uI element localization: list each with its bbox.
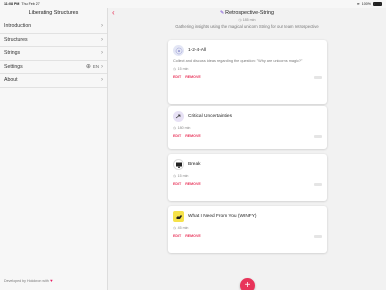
card-title: Break xyxy=(188,162,201,167)
string-icon: ✎ xyxy=(219,10,225,16)
card-time: ◷ 15 min xyxy=(168,174,327,178)
card-time-value: 45 min xyxy=(177,226,189,230)
clock-icon: ◷ xyxy=(173,226,177,230)
card-actions: EDIT REMOVE xyxy=(168,75,327,79)
card-actions: EDIT REMOVE xyxy=(168,182,327,186)
chevron-right-icon: › xyxy=(101,50,103,57)
card-time-value: 15 min xyxy=(177,174,189,178)
card-title: Critical Uncertainties xyxy=(188,114,232,119)
wifi-icon: ≋ xyxy=(356,2,360,6)
card-body: Collect and discuss ideas regarding the … xyxy=(173,59,303,63)
screen: 11:08 PM Thu Feb 27 ≋ 100% Liberating St… xyxy=(0,0,386,290)
total-time: ◷ 185 min xyxy=(238,18,256,22)
edit-button[interactable]: EDIT xyxy=(173,182,181,186)
clock-icon: ◷ xyxy=(173,174,177,178)
dots-circle-icon xyxy=(173,45,184,56)
sidebar-item-label: Structures xyxy=(4,36,28,43)
top-bar: ‹ ✎Retrospective-String xyxy=(108,8,386,18)
sidebar-list: Introduction › Structures › Strings › Se… xyxy=(0,20,107,88)
sidebar: Liberating Structures Introduction › Str… xyxy=(0,8,108,290)
chevron-right-icon: › xyxy=(101,36,103,43)
status-date: Thu Feb 27 xyxy=(21,2,40,6)
monitor-icon xyxy=(173,159,184,170)
card-time-value: 15 min xyxy=(177,67,189,71)
card-time-value: 180 min xyxy=(177,126,191,130)
remove-button[interactable]: REMOVE xyxy=(185,134,201,138)
card-title: What I Need From You (WINFY) xyxy=(188,214,257,219)
globe-icon: ⊕ xyxy=(85,64,91,71)
arrow-icon xyxy=(173,111,184,122)
card-header: Break xyxy=(168,154,327,170)
edit-button[interactable]: EDIT xyxy=(173,75,181,79)
language-code: EN xyxy=(92,64,99,70)
drag-handle[interactable] xyxy=(314,134,322,138)
card-actions: EDIT REMOVE xyxy=(168,134,327,138)
heart-icon: ♥ xyxy=(50,278,53,283)
main-content: ‹ ✎Retrospective-String ◷ 185 min Gather… xyxy=(108,8,386,290)
structure-card[interactable]: What I Need From You (WINFY) ◷ 45 min EDI… xyxy=(168,206,327,253)
structure-card[interactable]: 1-2-4-All Collect and discuss ideas rega… xyxy=(168,40,327,104)
structure-card[interactable]: Critical Uncertainties ◷ 180 min EDIT REM… xyxy=(168,106,327,149)
status-right: ≋ 100% xyxy=(357,2,382,6)
sidebar-item-label: Settings xyxy=(4,63,23,70)
chevron-right-icon: › xyxy=(101,63,103,70)
card-time: ◷ 180 min xyxy=(168,126,327,130)
footer-text: Developed by Holokron with xyxy=(4,278,49,283)
clock-icon: ◷ xyxy=(173,67,177,71)
chevron-right-icon: › xyxy=(101,77,103,84)
sidebar-item-structures[interactable]: Structures › xyxy=(0,34,107,47)
sidebar-item-strings[interactable]: Strings › xyxy=(0,47,107,61)
structure-card[interactable]: Break ◷ 15 min EDIT REMOVE xyxy=(168,154,327,201)
card-header: 1-2-4-All xyxy=(168,40,327,56)
remove-button[interactable]: REMOVE xyxy=(185,75,201,79)
sidebar-item-about[interactable]: About › xyxy=(0,74,107,88)
drag-handle[interactable] xyxy=(314,234,322,238)
page-description: Gathering insights using the magical uni… xyxy=(175,23,319,29)
sidebar-item-label: Introduction xyxy=(4,23,32,30)
card-time: ◷ 45 min xyxy=(168,226,327,230)
battery-percent: 100% xyxy=(361,2,371,6)
battery-icon xyxy=(373,2,382,6)
add-button[interactable]: + xyxy=(240,278,255,290)
card-actions: EDIT REMOVE xyxy=(168,234,327,238)
remove-button[interactable]: REMOVE xyxy=(185,182,201,186)
status-bar: 11:08 PM Thu Feb 27 ≋ 100% xyxy=(0,0,386,8)
sidebar-item-introduction[interactable]: Introduction › xyxy=(0,20,107,34)
card-title: 1-2-4-All xyxy=(188,48,207,53)
drag-handle[interactable] xyxy=(314,182,322,186)
sidebar-item-label: Strings xyxy=(4,50,21,57)
edit-button[interactable]: EDIT xyxy=(173,134,181,138)
remove-button[interactable]: REMOVE xyxy=(185,234,201,238)
sidebar-item-settings[interactable]: Settings ⊕ EN › xyxy=(0,61,107,74)
total-time-value: 185 min xyxy=(242,18,256,22)
card-header: What I Need From You (WINFY) xyxy=(168,206,327,222)
drag-handle[interactable] xyxy=(314,75,322,79)
status-time: 11:08 PM xyxy=(4,2,20,6)
chevron-right-icon: › xyxy=(101,23,103,30)
page-title-text: Retrospective-String xyxy=(225,10,275,16)
edit-button[interactable]: EDIT xyxy=(173,234,181,238)
hands-icon xyxy=(173,211,184,222)
page-title: ✎Retrospective-String xyxy=(108,8,386,18)
sidebar-item-label: About xyxy=(4,77,18,84)
clock-icon: ◷ xyxy=(173,126,177,130)
card-header: Critical Uncertainties xyxy=(168,106,327,122)
card-time: ◷ 15 min xyxy=(168,67,327,71)
sidebar-footer: Developed by Holokron with ♥ xyxy=(4,278,53,283)
sidebar-title: Liberating Structures xyxy=(28,10,79,16)
